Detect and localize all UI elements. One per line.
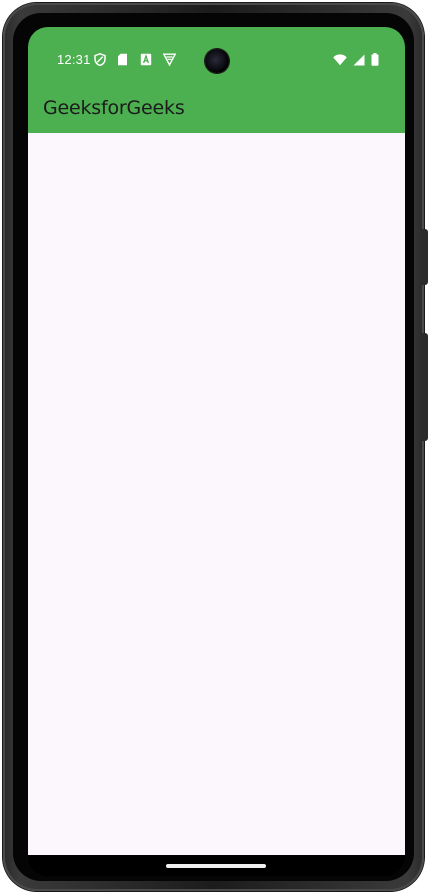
app-title: GeeksforGeeks [43, 97, 185, 119]
home-indicator[interactable] [166, 864, 266, 868]
vpn-triangle-icon [163, 53, 176, 66]
gesture-navigation-bar [28, 855, 405, 876]
front-camera [205, 49, 229, 73]
phone-bezel: 12:31 GeeksforGeeks [13, 13, 414, 881]
main-content-area[interactable] [28, 133, 405, 855]
phone-device-frame: 12:31 GeeksforGeeks [3, 3, 428, 891]
power-button [422, 229, 428, 285]
battery-icon [371, 53, 379, 66]
font-a-icon [140, 53, 152, 66]
signal-icon [353, 54, 365, 66]
phone-screen: 12:31 GeeksforGeeks [28, 27, 405, 876]
volume-button [422, 333, 428, 441]
shield-icon [94, 53, 106, 66]
status-time: 12:31 [57, 52, 91, 67]
status-system-icons [333, 53, 379, 66]
sd-card-icon [117, 53, 129, 66]
status-bar: 12:31 [28, 27, 405, 77]
status-notification-icons [94, 53, 176, 66]
wifi-icon [333, 53, 347, 66]
app-bar: GeeksforGeeks [28, 77, 405, 133]
